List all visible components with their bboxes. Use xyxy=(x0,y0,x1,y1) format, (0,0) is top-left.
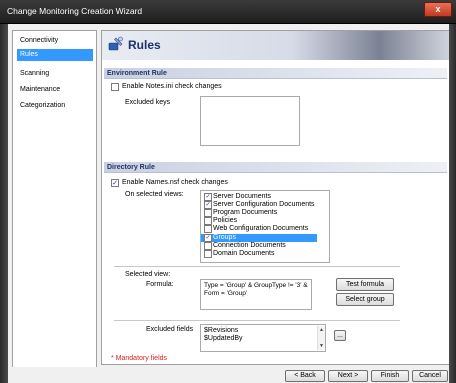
nav-item-maintenance[interactable]: Maintenance xyxy=(17,84,93,96)
list-item[interactable]: Domain Documents xyxy=(201,250,317,258)
select-group-button[interactable]: Select group xyxy=(336,293,394,306)
checkbox-icon[interactable]: ✓ xyxy=(204,234,212,242)
tools-icon xyxy=(108,36,124,52)
excluded-fields-label: Excluded fields xyxy=(146,326,194,333)
selected-view-separator xyxy=(114,266,400,267)
next-button[interactable]: Next > xyxy=(328,370,368,382)
enable-notes-ini-checkbox[interactable] xyxy=(111,83,119,91)
directory-rule-header: Directory Rule xyxy=(104,162,447,173)
environment-rule-header: Environment Rule xyxy=(104,68,447,79)
excluded-field-line: $UpdatedBy xyxy=(204,335,243,342)
checkbox-icon[interactable] xyxy=(204,217,212,225)
close-button[interactable]: x xyxy=(424,2,452,17)
enable-notes-ini-label: Enable Notes.ini check changes xyxy=(122,83,222,90)
list-item[interactable]: Connection Documents xyxy=(201,242,317,250)
excluded-keys-label: Excluded keys xyxy=(125,99,171,106)
checkbox-icon[interactable] xyxy=(204,242,212,250)
formula-label: Formula: xyxy=(146,281,174,288)
window-border-right xyxy=(449,24,456,383)
wizard-steps-nav: Connectivity Rules Scanning Maintenance … xyxy=(12,30,97,375)
scroll-down-icon[interactable]: ▼ xyxy=(318,342,325,350)
scrollbar[interactable]: ▲ ▼ xyxy=(317,326,325,350)
checkbox-icon[interactable]: ✓ xyxy=(204,201,212,209)
selected-view-label: Selected view: xyxy=(125,271,171,278)
checkbox-icon[interactable] xyxy=(204,225,212,233)
list-item[interactable]: ✓ Server Configuration Documents xyxy=(201,201,317,209)
test-formula-button[interactable]: Test formula xyxy=(336,278,394,291)
excluded-fields-separator xyxy=(114,320,400,321)
scroll-up-icon[interactable]: ▲ xyxy=(318,326,325,334)
checkbox-icon[interactable] xyxy=(204,250,212,258)
nav-item-rules[interactable]: Rules xyxy=(17,49,93,61)
excluded-field-line: $Revisions xyxy=(204,327,239,334)
list-item[interactable]: ✓ Server Documents xyxy=(201,193,317,201)
checkbox-icon[interactable]: ✓ xyxy=(204,193,212,201)
mandatory-note: * Mandatory fields xyxy=(111,355,168,362)
checkbox-icon[interactable] xyxy=(204,209,212,217)
enable-names-nsf-label: Enable Names.nsf check changes xyxy=(122,179,228,186)
enable-names-nsf-checkbox[interactable]: ✓ xyxy=(111,179,119,187)
nav-item-categorization[interactable]: Categorization xyxy=(17,100,93,112)
back-button[interactable]: < Back xyxy=(285,370,325,382)
list-item-selected[interactable]: ✓ Groups xyxy=(201,234,317,242)
browse-fields-button[interactable]: ... xyxy=(334,330,346,341)
list-item[interactable]: Web Configuration Documents xyxy=(201,225,317,233)
page-title: Rules xyxy=(128,38,161,52)
excluded-keys-input[interactable] xyxy=(200,96,300,146)
window-title: Change Monitoring Creation Wizard xyxy=(7,6,143,16)
views-list[interactable]: ✓ Server Documents ✓ Server Configuration … xyxy=(200,190,330,263)
formula-input[interactable]: Type = 'Group' & GroupType != '3' & Form… xyxy=(200,279,312,310)
list-item[interactable]: Policies xyxy=(201,217,317,225)
cancel-button[interactable]: Cancel xyxy=(412,370,448,382)
views-label: On selected views: xyxy=(125,191,184,198)
window-border-left xyxy=(0,24,8,383)
nav-item-scanning[interactable]: Scanning xyxy=(17,68,93,80)
nav-item-connectivity[interactable]: Connectivity xyxy=(17,35,93,47)
finish-button[interactable]: Finish xyxy=(371,370,409,382)
excluded-fields-input[interactable]: $Revisions $UpdatedBy ▲ ▼ xyxy=(200,324,326,352)
list-item[interactable]: Program Documents xyxy=(201,209,317,217)
